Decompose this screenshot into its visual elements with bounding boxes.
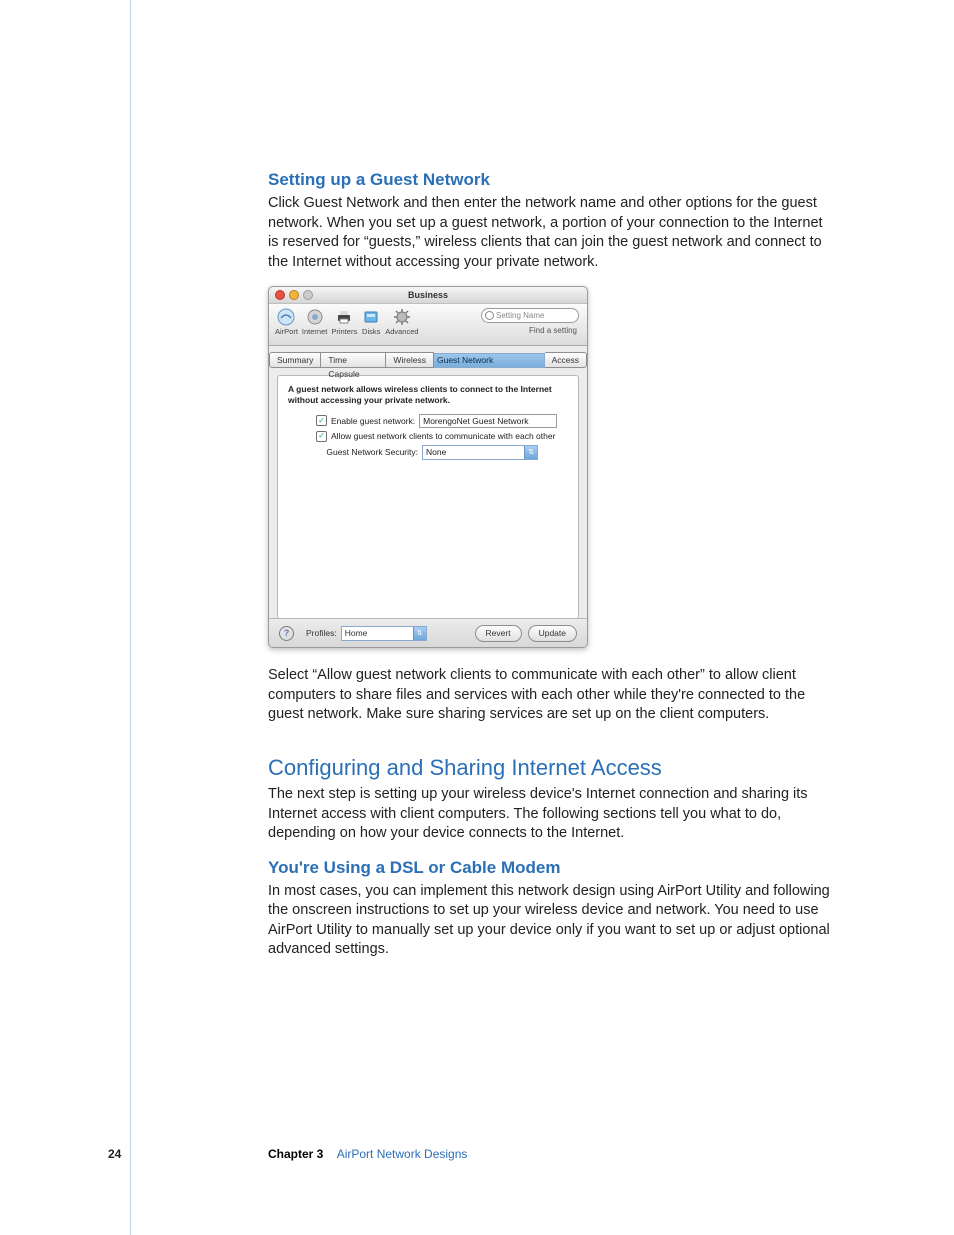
profiles-label: Profiles:	[306, 628, 337, 638]
enable-guest-checkbox[interactable]: ✓	[316, 415, 327, 426]
security-select[interactable]: None ⇅	[422, 445, 538, 460]
heading-dsl-cable: You're Using a DSL or Cable Modem	[268, 858, 834, 878]
enable-guest-label: Enable guest network:	[331, 416, 415, 426]
bottom-bar: ? Profiles: Home ⇅ Revert Update	[269, 618, 587, 647]
pane-description: A guest network allows wireless clients …	[288, 384, 568, 405]
para-guest-intro: Click Guest Network and then enter the n…	[268, 194, 834, 272]
airport-utility-window: Business AirPort Internet Printers Disks…	[268, 286, 588, 648]
guest-network-name-input[interactable]: MorengoNet Guest Network	[419, 414, 557, 428]
page-number: 24	[108, 1147, 121, 1161]
heading-guest-network: Setting up a Guest Network	[268, 170, 834, 190]
toolbar-internet[interactable]: Internet	[302, 307, 327, 336]
heading-configuring-sharing: Configuring and Sharing Internet Access	[268, 755, 834, 781]
allow-communicate-checkbox[interactable]: ✓	[316, 431, 327, 442]
close-icon[interactable]	[275, 290, 285, 300]
margin-rule	[130, 0, 131, 1235]
toolbar-advanced[interactable]: Advanced	[385, 307, 418, 336]
toolbar-airport[interactable]: AirPort	[275, 307, 298, 336]
chapter-title: AirPort Network Designs	[337, 1147, 468, 1161]
guest-network-pane: A guest network allows wireless clients …	[277, 375, 579, 619]
tab-time-capsule[interactable]: Time Capsule	[321, 352, 386, 368]
minimize-icon[interactable]	[289, 290, 299, 300]
chevron-updown-icon: ⇅	[524, 446, 537, 459]
help-icon[interactable]: ?	[279, 626, 294, 641]
chevron-updown-icon: ⇅	[413, 627, 426, 640]
chapter-label: Chapter 3	[268, 1147, 323, 1161]
tab-bar: Summary Time Capsule Wireless Guest Netw…	[269, 351, 587, 369]
tab-access[interactable]: Access	[545, 352, 587, 368]
toolbar-disks[interactable]: Disks	[361, 307, 381, 336]
find-setting-label: Find a setting	[529, 326, 577, 335]
search-input[interactable]: Setting Name	[481, 308, 579, 323]
tab-guest-network[interactable]: Guest Network	[434, 353, 545, 368]
security-label: Guest Network Security:	[306, 447, 418, 457]
para-next-step: The next step is setting up your wireles…	[268, 785, 834, 844]
toolbar: AirPort Internet Printers Disks Advanced…	[269, 304, 587, 346]
para-allow-clients: Select “Allow guest network clients to c…	[268, 666, 834, 725]
window-titlebar: Business	[269, 287, 587, 304]
profiles-select[interactable]: Home ⇅	[341, 626, 427, 641]
tab-summary[interactable]: Summary	[269, 352, 321, 368]
allow-communicate-label: Allow guest network clients to communica…	[331, 431, 555, 441]
update-button[interactable]: Update	[528, 625, 577, 642]
revert-button[interactable]: Revert	[475, 625, 522, 642]
para-dsl-cable: In most cases, you can implement this ne…	[268, 882, 834, 960]
tab-wireless[interactable]: Wireless	[386, 352, 434, 368]
toolbar-printers[interactable]: Printers	[331, 307, 357, 336]
window-title: Business	[408, 290, 448, 300]
zoom-icon[interactable]	[303, 290, 313, 300]
